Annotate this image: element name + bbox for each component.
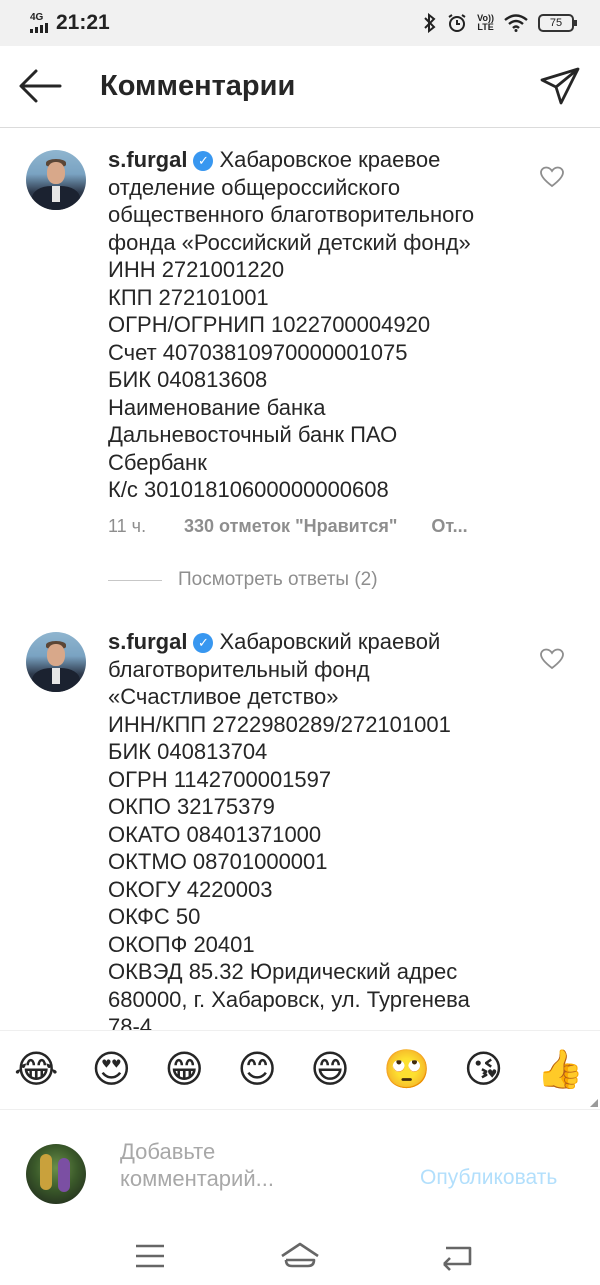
comment-time: 11 ч. (108, 516, 147, 536)
home-icon[interactable] (278, 1236, 322, 1276)
comment-text-line: Счет 40703810970000001075 (108, 339, 408, 365)
emoji-button[interactable]: 😂 (14, 1051, 58, 1089)
comments-list[interactable]: s.furgal ✓ Хабаровское краевое отделение о… (0, 128, 600, 1030)
comment-text-line: ИНН/КПП 2722980289/272101001 (108, 711, 451, 737)
top-app-bar: Комментарии (0, 46, 600, 128)
comment-text-line: БИК 040813704 (108, 739, 268, 764)
emoji-quick-bar: 😂 😍 😁 😊 😄 🙄 😘 👍 (0, 1030, 600, 1110)
comment-text-line: 78-4 (108, 1014, 153, 1030)
view-replies-button[interactable]: Посмотреть ответы (2) (108, 569, 378, 591)
add-comment-bar: Добавьте комментарий... Опубликовать (0, 1110, 600, 1230)
comment-likes-link[interactable]: 330 отметок "Нравится" (184, 516, 397, 537)
battery-icon: 75 (538, 14, 577, 32)
comment-text-line: КПП 272101001 (108, 284, 269, 310)
comment-username[interactable]: s.furgal (108, 629, 187, 654)
comment-text-line: ОКАТО 08401371000 (108, 821, 322, 847)
more-emoji-indicator-icon (590, 1099, 598, 1107)
comment-text-line: Наименование банка (108, 394, 326, 420)
comment-text-line: общественного благотворительного (108, 202, 475, 227)
heart-icon[interactable] (540, 648, 564, 670)
comment-text-line: ОКОПФ 20401 (108, 931, 255, 957)
page-title: Комментарии (100, 70, 296, 102)
view-replies-label: Посмотреть ответы (2) (178, 569, 378, 590)
comment-text-line: Дальневосточный банк ПАО (108, 422, 398, 447)
comment-text-line: ОКФС 50 (108, 904, 201, 929)
paper-plane-icon[interactable] (538, 66, 582, 106)
signal-indicator: 4G (30, 13, 48, 33)
heart-icon[interactable] (540, 166, 564, 188)
status-right: Vo)) LTE 75 (423, 13, 577, 33)
avatar[interactable] (26, 632, 86, 692)
system-nav-bar (0, 1230, 600, 1285)
reply-button[interactable]: От... (431, 516, 467, 537)
comment-text-line: К/с 30101810600000000608 (108, 477, 389, 502)
back-icon[interactable] (434, 1236, 478, 1276)
comment-text-line: ОКПО 32175379 (108, 794, 275, 819)
comment-text-line: фонда «Российский детский фонд» (108, 229, 471, 255)
comment-text-line: ОКТМО 08701000001 (108, 849, 328, 874)
emoji-button[interactable]: 😘 (464, 1051, 504, 1089)
comment-text-line: ОГРН/ОГРНИП 1022700004920 (108, 312, 431, 337)
emoji-button[interactable]: 😍 (92, 1051, 132, 1089)
comment-text-line: ОКВЭД 85.32 Юридический адрес (108, 959, 458, 984)
status-bar: 4G 21:21 Vo)) LTE 75 (0, 0, 600, 46)
comment-input-placeholder: Добавьте (120, 1139, 216, 1164)
emoji-button[interactable]: 😊 (237, 1051, 277, 1089)
publish-button[interactable]: Опубликовать (420, 1166, 557, 1190)
comment-text-line: «Счастливое детство» (108, 684, 339, 709)
comment-text-line: ОГРН 1142700001597 (108, 766, 332, 792)
comment-username[interactable]: s.furgal (108, 147, 187, 172)
arrow-left-icon[interactable] (18, 68, 62, 104)
comment-text-line: отделение общероссийского (108, 174, 401, 200)
emoji-button[interactable]: 🙄 (383, 1051, 430, 1089)
comment-text-line: ОКОГУ 4220003 (108, 876, 273, 902)
comment-text-line: БИК 040813608 (108, 367, 268, 392)
volte-icon: Vo)) LTE (477, 13, 494, 32)
signal-bars-icon (30, 23, 48, 33)
comment-input-placeholder: комментарий... (120, 1166, 274, 1191)
menu-icon[interactable] (128, 1236, 172, 1276)
comment-text-line: 680000, г. Хабаровск, ул. Тургенева (108, 986, 470, 1012)
avatar (26, 1144, 86, 1204)
status-left: 4G 21:21 (30, 11, 110, 35)
network-type: 4G (30, 12, 44, 23)
wifi-icon (504, 14, 528, 32)
emoji-button[interactable]: 👍 (537, 1051, 584, 1089)
comment-text-line: Сбербанк (108, 449, 207, 475)
comment-body: s.furgal ✓ Хабаровский краевой благотворит… (108, 628, 528, 1030)
verified-badge-icon: ✓ (193, 151, 214, 171)
comment-meta: 11 ч. 330 отметок "Нравится" От... (108, 516, 468, 537)
alarm-icon (448, 14, 466, 32)
comment-body: s.furgal ✓ Хабаровское краевое отделение о… (108, 146, 528, 504)
bluetooth-icon (424, 13, 436, 33)
avatar[interactable] (26, 150, 86, 210)
status-time: 21:21 (56, 11, 110, 34)
emoji-button[interactable]: 😄 (310, 1051, 350, 1089)
comment-input[interactable]: Добавьте комментарий... (120, 1138, 400, 1192)
emoji-button[interactable]: 😁 (165, 1051, 205, 1089)
comment-text-line: благотворительный фонд (108, 656, 370, 682)
comment-text-line: ИНН 2721001220 (108, 257, 285, 282)
comment-text-line: Хабаровский краевой (219, 629, 441, 654)
verified-badge-icon: ✓ (193, 633, 214, 653)
comment-text-line: Хабаровское краевое (219, 147, 441, 172)
